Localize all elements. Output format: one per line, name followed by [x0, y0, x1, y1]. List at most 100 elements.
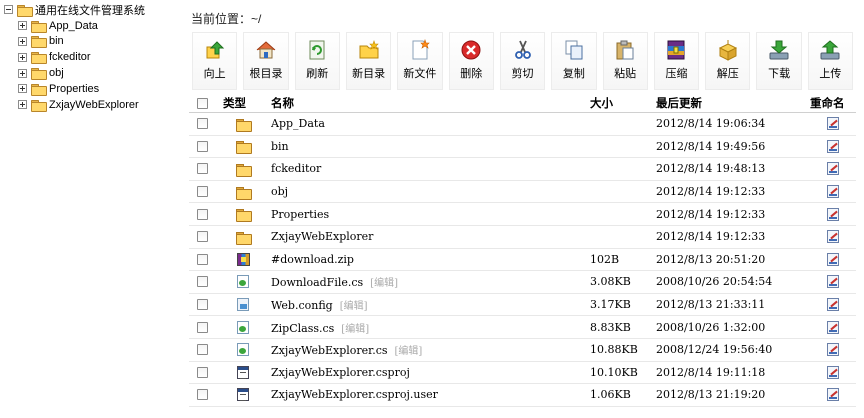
- toolbar-button[interactable]: 刷新: [294, 32, 340, 90]
- file-name[interactable]: fckeditor: [271, 162, 321, 175]
- tree-item-label[interactable]: bin: [49, 35, 64, 47]
- row-checkbox[interactable]: [196, 140, 208, 152]
- file-name[interactable]: Properties: [271, 208, 329, 221]
- toolbar-button[interactable]: 压缩: [653, 32, 700, 90]
- file-modified: 2012/8/14 19:06:34: [656, 117, 766, 131]
- tree-item-label[interactable]: App_Data: [49, 20, 98, 32]
- table-row[interactable]: #download.zip 102B 2012/8/13 20:51:20: [189, 249, 856, 272]
- table-row[interactable]: ZxjayWebExplorer.csproj 10.10KB 2012/8/14 …: [189, 362, 856, 385]
- rename-icon[interactable]: [827, 207, 839, 221]
- expand-icon[interactable]: [18, 84, 27, 94]
- row-checkbox[interactable]: [196, 208, 208, 220]
- row-checkbox[interactable]: [196, 231, 208, 243]
- row-checkbox[interactable]: [196, 344, 208, 356]
- expand-icon[interactable]: [18, 21, 27, 31]
- table-row[interactable]: DownloadFile.cs [编辑] 3.08KB 2008/10/26 20:5…: [189, 271, 856, 294]
- toolbar-button[interactable]: 新目录: [345, 32, 392, 90]
- expand-icon[interactable]: [18, 36, 27, 46]
- table-row[interactable]: Properties 2012/8/14 19:12:33: [189, 203, 856, 226]
- table-row[interactable]: bin 2012/8/14 19:49:56: [189, 136, 856, 159]
- toolbar-button[interactable]: 新文件: [397, 32, 443, 90]
- file-name[interactable]: ZxjayWebExplorer.cs: [271, 344, 388, 357]
- rename-icon[interactable]: [827, 117, 839, 131]
- tree-item[interactable]: bin: [4, 34, 180, 50]
- row-checkbox[interactable]: [196, 253, 208, 265]
- toolbar-button[interactable]: 解压: [705, 32, 751, 90]
- header-name[interactable]: 名称: [271, 95, 590, 111]
- rename-icon[interactable]: [827, 185, 839, 199]
- row-checkbox[interactable]: [196, 299, 208, 311]
- rename-icon[interactable]: [827, 298, 839, 312]
- file-name[interactable]: obj: [271, 185, 288, 198]
- table-row[interactable]: ZxjayWebExplorer 2012/8/14 19:12:33: [189, 226, 856, 249]
- folder-icon: [236, 140, 252, 155]
- row-checkbox[interactable]: [196, 276, 208, 288]
- expand-icon[interactable]: [18, 68, 27, 78]
- rename-icon[interactable]: [827, 230, 839, 244]
- rename-icon[interactable]: [827, 252, 839, 266]
- file-name[interactable]: ZxjayWebExplorer: [271, 230, 373, 243]
- row-checkbox[interactable]: [196, 118, 208, 130]
- edit-link[interactable]: [编辑]: [395, 346, 423, 357]
- table-row[interactable]: ZipClass.cs [编辑] 8.83KB 2008/10/26 1:32:00: [189, 316, 856, 339]
- row-checkbox[interactable]: [196, 389, 208, 401]
- tree-item-label[interactable]: ZxjayWebExplorer: [49, 99, 139, 111]
- header-modified[interactable]: 最后更新: [656, 95, 810, 111]
- rename-icon[interactable]: [827, 343, 839, 357]
- folder-icon: [31, 99, 47, 112]
- toolbar-button[interactable]: 向上: [192, 32, 238, 90]
- table-row[interactable]: ZxjayWebExplorer.cs [编辑] 10.88KB 2008/12/24…: [189, 339, 856, 362]
- table-row[interactable]: ZxjayWebExplorer.csproj.user 1.06KB 2012/8…: [189, 384, 856, 407]
- tree-item[interactable]: App_Data: [4, 18, 180, 34]
- tree-item-label[interactable]: obj: [49, 67, 64, 79]
- row-checkbox[interactable]: [196, 321, 208, 333]
- edit-link[interactable]: [编辑]: [340, 301, 368, 312]
- expand-icon[interactable]: [18, 52, 27, 62]
- toolbar-button[interactable]: 剪切: [499, 32, 546, 90]
- header-size[interactable]: 大小: [590, 95, 656, 111]
- table-row[interactable]: Web.config [编辑] 3.17KB 2012/8/13 21:33:11: [189, 294, 856, 317]
- file-name[interactable]: ZxjayWebExplorer.csproj: [271, 366, 410, 379]
- rename-icon[interactable]: [827, 388, 839, 402]
- rename-icon[interactable]: [827, 320, 839, 334]
- file-name[interactable]: #download.zip: [271, 253, 354, 266]
- tree-item[interactable]: fckeditor: [4, 49, 180, 65]
- edit-link[interactable]: [编辑]: [370, 278, 398, 289]
- collapse-icon[interactable]: [4, 5, 13, 15]
- expand-icon[interactable]: [18, 100, 27, 110]
- file-modified: 2008/12/24 19:56:40: [656, 343, 773, 357]
- file-name[interactable]: DownloadFile.cs: [271, 276, 363, 289]
- file-name[interactable]: ZipClass.cs: [271, 322, 334, 335]
- select-all-checkbox[interactable]: [196, 97, 208, 109]
- edit-link[interactable]: [编辑]: [341, 324, 369, 335]
- table-row[interactable]: App_Data 2012/8/14 19:06:34: [189, 113, 856, 136]
- rename-icon[interactable]: [827, 275, 839, 289]
- tree-item[interactable]: ZxjayWebExplorer: [4, 97, 180, 113]
- tree-root[interactable]: 通用在线文件管理系统: [4, 2, 180, 18]
- tree-item[interactable]: obj: [4, 65, 180, 81]
- row-checkbox[interactable]: [196, 186, 208, 198]
- toolbar-button[interactable]: 删除: [448, 32, 494, 90]
- file-name[interactable]: bin: [271, 140, 289, 153]
- rename-icon[interactable]: [827, 365, 839, 379]
- rename-icon[interactable]: [827, 162, 839, 176]
- row-checkbox[interactable]: [196, 366, 208, 378]
- toolbar-button[interactable]: 上传: [807, 32, 854, 90]
- config-file-icon: [237, 298, 249, 312]
- file-name[interactable]: ZxjayWebExplorer.csproj.user: [271, 388, 438, 401]
- toolbar-button[interactable]: 复制: [551, 32, 597, 90]
- table-row[interactable]: fckeditor 2012/8/14 19:48:13: [189, 158, 856, 181]
- toolbar-button[interactable]: 粘贴: [602, 32, 648, 90]
- tree-item-label[interactable]: Properties: [49, 83, 99, 95]
- toolbar-button[interactable]: 下载: [756, 32, 802, 90]
- file-name[interactable]: App_Data: [271, 117, 325, 130]
- row-checkbox[interactable]: [196, 163, 208, 175]
- toolbar-button[interactable]: 根目录: [243, 32, 289, 90]
- folder-icon: [236, 208, 252, 223]
- file-name[interactable]: Web.config: [271, 299, 333, 312]
- rename-icon[interactable]: [827, 139, 839, 153]
- tree-root-label[interactable]: 通用在线文件管理系统: [35, 2, 145, 18]
- tree-item[interactable]: Properties: [4, 81, 180, 97]
- table-row[interactable]: obj 2012/8/14 19:12:33: [189, 181, 856, 204]
- tree-item-label[interactable]: fckeditor: [49, 51, 91, 63]
